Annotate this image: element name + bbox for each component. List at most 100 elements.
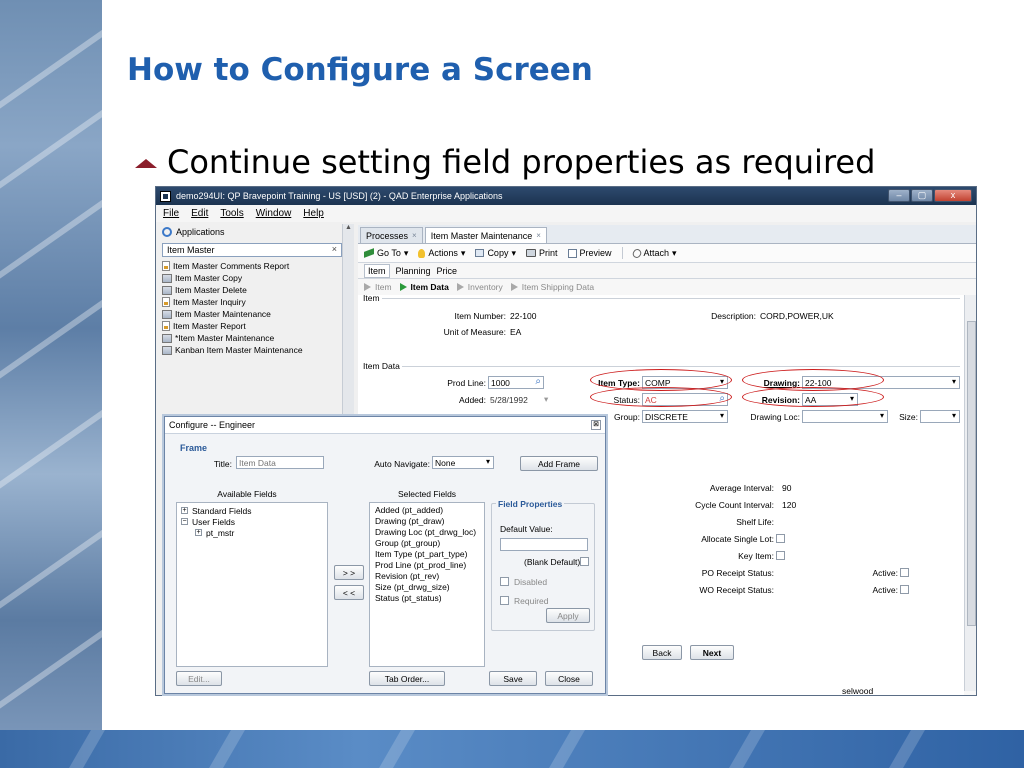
- scrollbar-thumb[interactable]: [967, 321, 976, 626]
- po-active-checkbox[interactable]: [900, 568, 909, 577]
- frame-step-item-shipping-data[interactable]: Item Shipping Data: [510, 282, 595, 292]
- close-window-button[interactable]: x: [934, 189, 972, 202]
- nav-header[interactable]: Applications: [162, 224, 342, 239]
- selected-field-item[interactable]: Added (pt_added): [370, 505, 484, 516]
- nav-result-item[interactable]: Kanban Item Master Maintenance: [162, 344, 342, 356]
- tree-node[interactable]: + Standard Fields: [177, 505, 327, 516]
- menu-edit[interactable]: Edit: [191, 208, 208, 219]
- nav-result-item[interactable]: *Item Master Maintenance: [162, 332, 342, 344]
- tab-processes[interactable]: Processes ×: [360, 227, 423, 243]
- default-value-input[interactable]: [500, 538, 588, 551]
- slide-left-decoration: [0, 0, 102, 730]
- save-button[interactable]: Save: [489, 671, 537, 686]
- required-checkbox[interactable]: [500, 596, 509, 605]
- selected-field-item[interactable]: Item Type (pt_part_type): [370, 549, 484, 560]
- form-icon: [162, 285, 172, 295]
- play-arrow-icon: [510, 283, 518, 291]
- slide-bullet: Continue setting field properties as req…: [135, 143, 875, 181]
- group-select[interactable]: DISCRETE: [642, 410, 728, 423]
- lookup-search-icon[interactable]: ⌕: [535, 376, 541, 387]
- preview-button[interactable]: Preview: [567, 248, 612, 258]
- dialog-titlebar[interactable]: Configure -- Engineer ⊠: [165, 417, 605, 434]
- tab-close-icon[interactable]: ×: [412, 231, 417, 240]
- apply-button[interactable]: Apply: [546, 608, 590, 623]
- close-button[interactable]: Close: [545, 671, 593, 686]
- nav-search-input[interactable]: Item Master ×: [162, 243, 342, 257]
- next-button[interactable]: Next: [690, 645, 734, 660]
- selected-field-item[interactable]: Status (pt_status): [370, 593, 484, 604]
- subtab-planning[interactable]: Planning: [396, 266, 431, 276]
- window-titlebar[interactable]: demo294UI: QP Bravepoint Training - US […: [156, 187, 976, 205]
- selected-fields-list[interactable]: Added (pt_added) Drawing (pt_draw) Drawing…: [369, 502, 485, 667]
- maximize-button[interactable]: ▢: [911, 189, 933, 202]
- lightbulb-icon: [418, 248, 426, 258]
- frame-title-input[interactable]: [236, 456, 324, 469]
- tree-node-label: pt_mstr: [206, 527, 235, 538]
- clear-search-icon[interactable]: ×: [332, 244, 337, 254]
- subtab-price[interactable]: Price: [437, 266, 458, 276]
- selected-field-item[interactable]: Drawing Loc (pt_drwg_loc): [370, 527, 484, 538]
- move-left-button[interactable]: < <: [334, 585, 364, 600]
- menu-help[interactable]: Help: [303, 208, 324, 219]
- goto-button[interactable]: Go To ▾: [364, 248, 408, 259]
- nav-result-label: *Item Master Maintenance: [175, 333, 275, 343]
- disabled-checkbox[interactable]: [500, 577, 509, 586]
- wo-active-checkbox[interactable]: [900, 585, 909, 594]
- menu-file[interactable]: File: [163, 208, 179, 219]
- frame-step-item-data[interactable]: Item Data: [399, 282, 449, 292]
- auto-navigate-select[interactable]: None: [432, 456, 494, 469]
- selected-field-item[interactable]: Size (pt_drwg_size): [370, 582, 484, 593]
- key-item-checkbox[interactable]: [776, 551, 785, 560]
- tree-node[interactable]: + pt_mstr: [177, 527, 327, 538]
- frame-step-item[interactable]: Item: [364, 282, 392, 292]
- nav-result-item[interactable]: Item Master Delete: [162, 284, 342, 296]
- nav-scrollbar[interactable]: ▲: [342, 224, 354, 414]
- menu-window[interactable]: Window: [256, 208, 292, 219]
- frame-step-label: Inventory: [467, 282, 503, 292]
- tab-item-master-maintenance[interactable]: Item Master Maintenance ×: [424, 227, 547, 243]
- available-fields-tree[interactable]: + Standard Fields − User Fields + pt_mstr: [176, 502, 328, 667]
- attach-button[interactable]: Attach ▾: [630, 247, 677, 259]
- nav-result-item[interactable]: Item Master Report: [162, 320, 342, 332]
- attach-label: Attach: [643, 248, 670, 258]
- nav-result-item[interactable]: Item Master Comments Report: [162, 260, 342, 272]
- nav-pane: Applications Item Master × Item Master C…: [162, 224, 342, 424]
- date-picker-icon[interactable]: ▾: [544, 394, 548, 405]
- tree-node[interactable]: − User Fields: [177, 516, 327, 527]
- frame-step-label: Item Shipping Data: [521, 282, 595, 292]
- allocate-single-lot-checkbox[interactable]: [776, 534, 785, 543]
- print-button[interactable]: Print: [525, 248, 558, 258]
- subtab-item[interactable]: Item: [364, 263, 390, 278]
- dialog-close-icon[interactable]: ⊠: [591, 420, 601, 430]
- selected-field-item[interactable]: Drawing (pt_draw): [370, 516, 484, 527]
- tab-close-icon[interactable]: ×: [536, 231, 541, 240]
- form-scrollbar[interactable]: [964, 295, 976, 691]
- tree-expander-icon[interactable]: +: [181, 507, 188, 514]
- po-active-label: Active:: [872, 568, 898, 578]
- actions-button[interactable]: Actions ▾: [418, 248, 465, 259]
- size-select[interactable]: [920, 410, 960, 423]
- nav-result-item[interactable]: Item Master Maintenance: [162, 308, 342, 320]
- blank-default-checkbox[interactable]: [580, 557, 589, 566]
- tree-expander-icon[interactable]: −: [181, 518, 188, 525]
- move-right-button[interactable]: > >: [334, 565, 364, 580]
- play-arrow-icon: [399, 283, 407, 291]
- sub-tabs: Item Planning Price: [358, 263, 976, 279]
- add-frame-button[interactable]: Add Frame: [520, 456, 598, 471]
- tree-container: + Standard Fields − User Fields + pt_mstr: [177, 505, 327, 538]
- tree-expander-icon[interactable]: +: [195, 529, 202, 536]
- selected-field-item[interactable]: Prod Line (pt_prod_line): [370, 560, 484, 571]
- prod-line-input[interactable]: 1000 ⌕: [488, 376, 544, 389]
- selected-field-item[interactable]: Revision (pt_rev): [370, 571, 484, 582]
- selected-field-item[interactable]: Group (pt_group): [370, 538, 484, 549]
- frame-step-inventory[interactable]: Inventory: [456, 282, 503, 292]
- tab-order-button[interactable]: Tab Order...: [369, 671, 445, 686]
- drawing-loc-select[interactable]: [802, 410, 888, 423]
- back-button[interactable]: Back: [642, 645, 682, 660]
- minimize-button[interactable]: ‒: [888, 189, 910, 202]
- menu-tools[interactable]: Tools: [220, 208, 243, 219]
- edit-button[interactable]: Edit...: [176, 671, 222, 686]
- nav-result-item[interactable]: Item Master Copy: [162, 272, 342, 284]
- nav-result-item[interactable]: Item Master Inquiry: [162, 296, 342, 308]
- copy-button[interactable]: Copy ▾: [475, 248, 516, 259]
